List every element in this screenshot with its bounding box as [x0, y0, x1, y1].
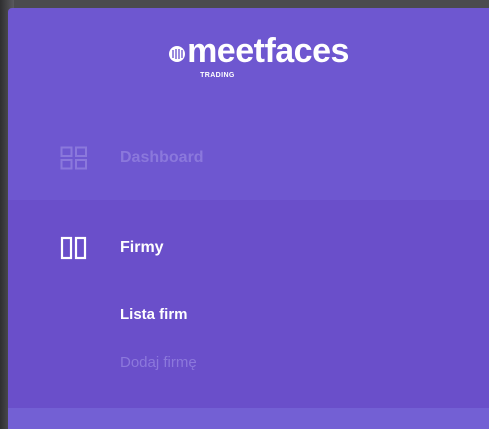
- sidebar-item-firmy[interactable]: Firmy: [8, 218, 489, 278]
- sidebar-next-section: [8, 408, 489, 429]
- submenu-item-lista-firm[interactable]: Lista firm: [120, 306, 188, 323]
- brand-subtitle: TRADING: [200, 72, 235, 79]
- sidebar-item-dashboard[interactable]: Dashboard: [8, 128, 489, 188]
- sidebar-section-firmy: Firmy Lista firm Dodaj firmę: [8, 200, 489, 408]
- sidebar-item-label: Dashboard: [120, 149, 204, 166]
- sidebar: meetfaces TRADING Dashboard Firmy Lista …: [8, 8, 489, 429]
- brand-logo[interactable]: meetfaces TRADING: [8, 32, 489, 79]
- grid-icon: [60, 146, 87, 170]
- meetfaces-logo-icon: [169, 46, 186, 62]
- sidebar-item-label: Firmy: [120, 239, 164, 256]
- submenu-item-dodaj-firme[interactable]: Dodaj firmę: [120, 354, 197, 371]
- brand-name: meetfaces: [187, 32, 349, 70]
- columns-icon: [60, 236, 87, 260]
